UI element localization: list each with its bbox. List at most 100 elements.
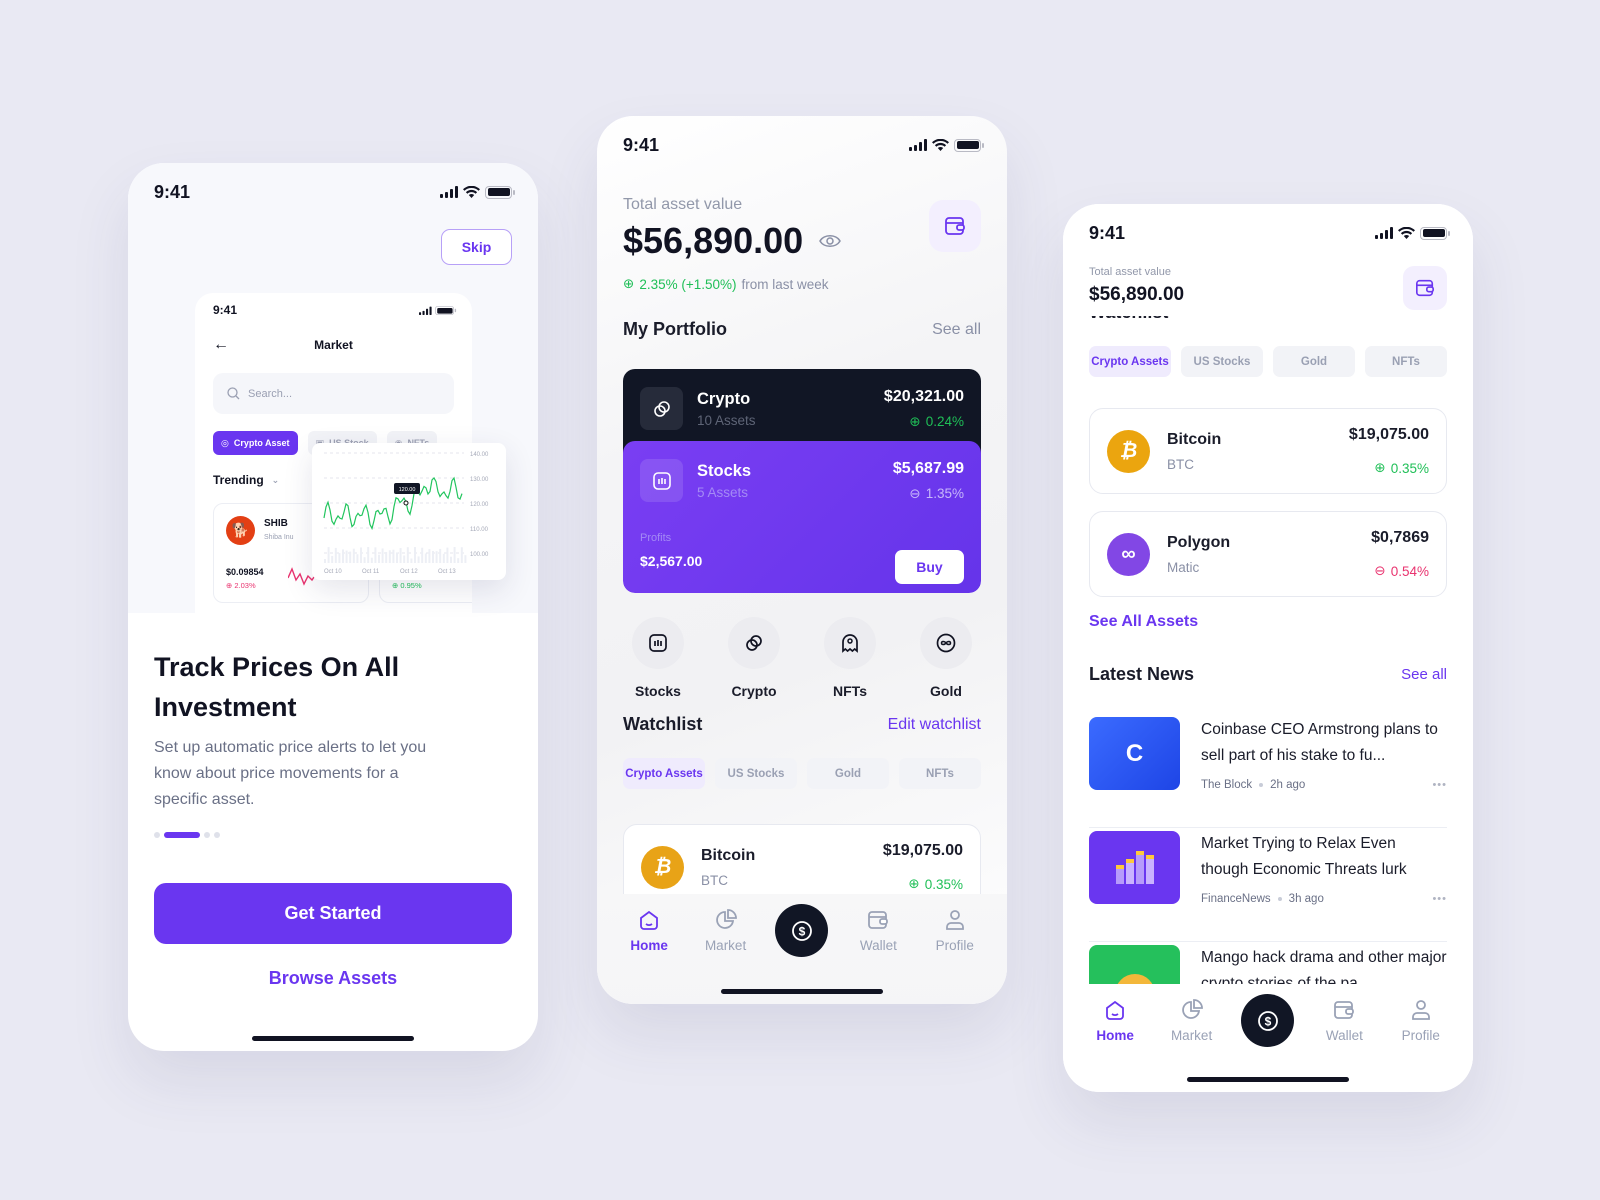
- nav-wallet[interactable]: Wallet: [1312, 998, 1376, 1043]
- total-asset-value: $56,890.00: [623, 220, 804, 261]
- volume-bar: [457, 558, 460, 563]
- browse-assets-link[interactable]: Browse Assets: [154, 958, 512, 998]
- volume-bar: [421, 547, 424, 563]
- get-started-button[interactable]: Get Started: [154, 883, 512, 944]
- news-thumbnail-chart: [1089, 831, 1180, 904]
- total-asset-value: $56,890.00: [1089, 284, 1185, 305]
- svg-text:$: $: [799, 924, 806, 938]
- news-item[interactable]: Market Trying to Relax Even though Econo…: [1089, 831, 1447, 942]
- mini-status-time: 9:41: [213, 303, 238, 317]
- mini-title: Market: [314, 338, 353, 352]
- home-icon: [1106, 1000, 1125, 1020]
- category-shortcuts: Stocks Crypto NFTs Gold: [623, 617, 981, 699]
- svg-text:$: $: [1265, 1014, 1272, 1028]
- volume-bar: [349, 551, 352, 563]
- back-arrow-icon: ←: [213, 336, 229, 353]
- home-indicator: [721, 989, 883, 994]
- category-crypto[interactable]: Crypto: [719, 617, 789, 699]
- crypto-icon: ◎: [221, 437, 229, 448]
- shib-change: ⊕ 2.03%: [226, 581, 256, 590]
- skip-button[interactable]: Skip: [441, 229, 512, 265]
- volume-bar: [464, 555, 467, 563]
- wallet-icon: [945, 217, 965, 235]
- volume-bar: [424, 553, 427, 563]
- y-tick: 110.00: [470, 527, 489, 533]
- volume-bar: [370, 557, 373, 563]
- buy-button[interactable]: Buy: [895, 550, 964, 584]
- arrow-up-circle-icon: ⊕: [623, 276, 635, 291]
- tab-nfts[interactable]: NFTs: [899, 758, 981, 789]
- signal-icon: [909, 139, 927, 151]
- portfolio-see-all[interactable]: See all: [932, 321, 981, 339]
- home-indicator: [1187, 1077, 1349, 1082]
- eye-icon[interactable]: [819, 233, 842, 249]
- wallet-button[interactable]: [929, 200, 981, 252]
- battery-icon: [954, 138, 984, 152]
- tab-gold[interactable]: Gold: [1273, 346, 1355, 377]
- tab-crypto-assets[interactable]: Crypto Assets: [623, 758, 705, 789]
- infinity-icon: [936, 633, 956, 653]
- wallet-icon: [1416, 279, 1434, 297]
- wallet-button[interactable]: [1403, 266, 1447, 310]
- x-tick: Oct 11: [362, 569, 380, 575]
- more-options-icon[interactable]: •••: [1432, 893, 1447, 905]
- more-options-icon[interactable]: •••: [1432, 779, 1447, 791]
- shib-price: $0.09854: [226, 567, 264, 577]
- portfolio-row-crypto[interactable]: Crypto 10 Assets $20,321.00 ⊕ 0.24%: [640, 387, 964, 430]
- x-tick: Oct 12: [400, 569, 418, 575]
- arrow-down-circle-icon: ⊖: [1374, 563, 1386, 578]
- see-all-assets-link[interactable]: See All Assets: [1089, 613, 1198, 631]
- volume-bar: [356, 554, 359, 563]
- nav-home[interactable]: Home: [1083, 998, 1147, 1043]
- tab-us-stocks[interactable]: US Stocks: [1181, 346, 1263, 377]
- nav-profile[interactable]: Profile: [1389, 998, 1453, 1043]
- news-item[interactable]: C Coinbase CEO Armstrong plans to sell p…: [1089, 717, 1447, 828]
- sticky-header: 9:41 Total asset value $56,890.00: [1063, 204, 1473, 316]
- battery-icon: [435, 305, 457, 315]
- tab-crypto-assets[interactable]: Crypto Assets: [1089, 346, 1171, 377]
- y-tick: 140.00: [470, 452, 489, 458]
- tab-us-stocks[interactable]: US Stocks: [715, 758, 797, 789]
- volume-bar: [435, 551, 438, 563]
- nav-home[interactable]: Home: [617, 908, 681, 953]
- volume-bar: [406, 547, 409, 563]
- bitcoin-icon: ₿: [1107, 429, 1150, 473]
- wifi-icon: [932, 139, 949, 151]
- crypto-icon: [746, 635, 762, 651]
- tab-gold[interactable]: Gold: [807, 758, 889, 789]
- x-tick: Oct 10: [324, 569, 342, 575]
- nav-center-action[interactable]: $: [770, 904, 834, 957]
- volume-bar: [388, 550, 391, 563]
- battery-icon: [485, 185, 515, 199]
- volume-bar: [374, 547, 377, 563]
- wallet-icon: [1334, 1001, 1355, 1019]
- shib-name: Shiba Inu: [264, 534, 294, 541]
- watchlist-item-bitcoin[interactable]: ₿ Bitcoin BTC $19,075.00 ⊕ 0.35%: [1089, 408, 1447, 494]
- nav-market[interactable]: Market: [694, 908, 758, 953]
- volume-bar: [410, 558, 413, 563]
- volume-bar: [403, 555, 406, 563]
- category-gold[interactable]: Gold: [911, 617, 981, 699]
- volume-bar: [360, 547, 362, 563]
- nav-wallet[interactable]: Wallet: [846, 908, 910, 953]
- nav-market[interactable]: Market: [1160, 998, 1224, 1043]
- nav-profile[interactable]: Profile: [923, 908, 987, 953]
- polygon-icon: ∞: [1107, 532, 1150, 576]
- dollar-icon: $: [792, 920, 812, 941]
- volume-bar: [417, 556, 420, 563]
- battery-icon: [1420, 226, 1450, 240]
- portfolio-title: My Portfolio: [623, 319, 727, 339]
- bottom-nav: Home Market $ Wallet Profile: [597, 894, 1007, 1004]
- news-see-all[interactable]: See all: [1401, 666, 1447, 683]
- category-nfts[interactable]: NFTs: [815, 617, 885, 699]
- edit-watchlist-link[interactable]: Edit watchlist: [888, 716, 981, 734]
- portfolio-row-stocks[interactable]: Stocks 5 Assets $5,687.99 ⊖ 1.35%: [640, 459, 964, 502]
- tab-nfts[interactable]: NFTs: [1365, 346, 1447, 377]
- nav-center-action[interactable]: $: [1236, 994, 1300, 1047]
- watchlist-item-polygon[interactable]: ∞ Polygon Matic $0,7869 ⊖ 0.54%: [1089, 511, 1447, 597]
- wifi-icon: [1398, 227, 1415, 239]
- category-stocks[interactable]: Stocks: [623, 617, 693, 699]
- price-chart-popup: 140.00 130.00 120.00 110.00 100.00 Oct 10 Oct …: [312, 443, 506, 580]
- arrow-up-circle-icon: ⊕: [1374, 460, 1386, 475]
- y-tick: 120.00: [470, 502, 489, 508]
